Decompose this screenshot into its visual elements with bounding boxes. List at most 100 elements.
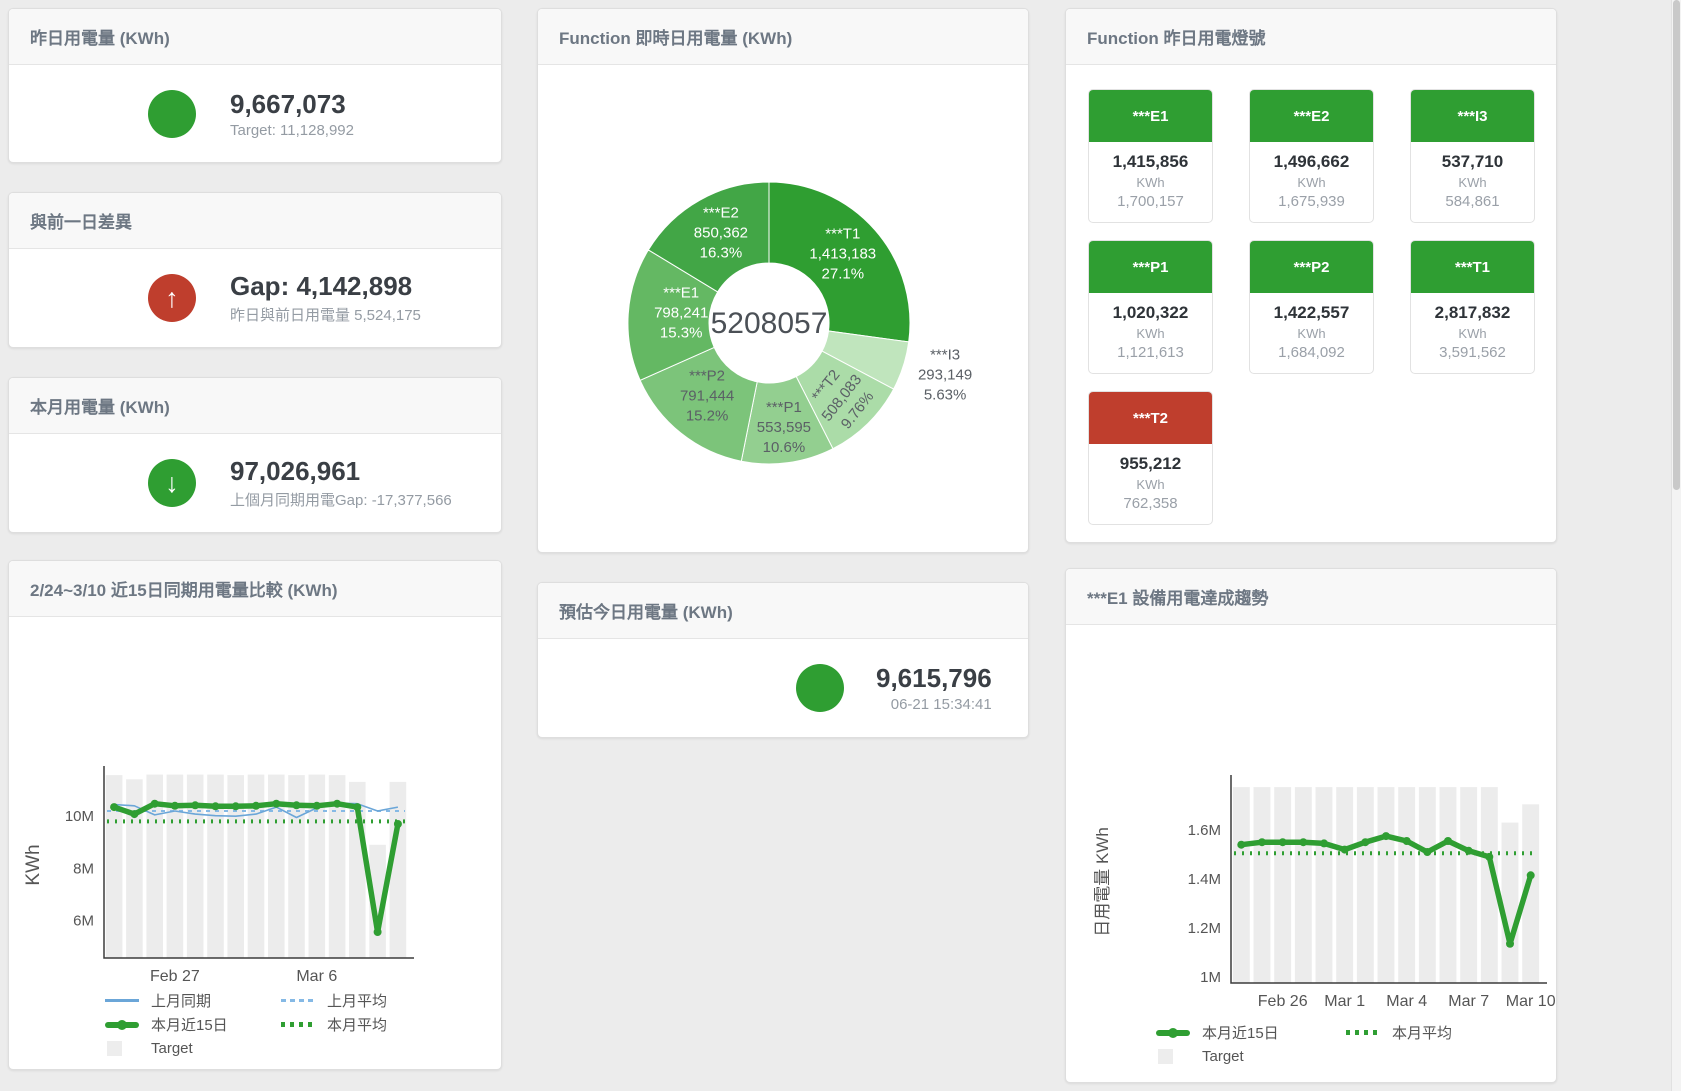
tile-target-value: 1,121,613 <box>1091 344 1210 361</box>
card-e1-trend: ***E1 設備用電達成趨勢 1M1.2M1.4M1.6MFeb 26Mar 1… <box>1065 568 1557 1083</box>
card-body: 1M1.2M1.4M1.6MFeb 26Mar 1Mar 4Mar 7Mar 1… <box>1066 625 1556 1083</box>
status-circle-green-icon <box>148 90 196 138</box>
comparison-chart-legend: 上月同期 上月平均本月近15日 本月平均 Target <box>105 991 449 1058</box>
legend-label: 本月平均 <box>327 1014 387 1035</box>
status-circle-green-icon <box>796 664 844 712</box>
today-estimate-value: 9,615,796 <box>876 663 992 694</box>
arrow-down-icon: ↓ <box>148 459 196 507</box>
card-yesterday-usage: 昨日用電量 (KWh) 9,667,073 Target: 11,128,992 <box>8 8 502 163</box>
signal-tile-P1[interactable]: ***P1 1,020,322 KWh 1,121,613 <box>1088 240 1213 374</box>
today-estimate-timestamp: 06-21 15:34:41 <box>876 696 992 713</box>
donut-chart: ***T11,413,18327.1%***I3293,1495.63%***T… <box>538 65 1029 553</box>
legend-item-dots[interactable]: 本月平均 <box>1346 1023 1506 1042</box>
tile-value: 1,020,322 <box>1091 303 1210 323</box>
card-yesterday-signals: Function 昨日用電燈號 ***E11,415,856KWh1,700,1… <box>1065 8 1557 543</box>
comparison-chart: 6M8M10MFeb 27Mar 6KWh <box>9 617 502 987</box>
arrow-up-icon: ↑ <box>148 274 196 322</box>
tile-label: ***T2 <box>1089 392 1212 444</box>
legend-label: 本月平均 <box>1392 1022 1452 1043</box>
legend-item-dash[interactable]: 上月平均 <box>281 991 449 1010</box>
card-body: ***T11,413,18327.1%***I3293,1495.63%***T… <box>538 65 1028 553</box>
month-usage-value: 97,026,961 <box>230 456 452 487</box>
card-body: ↓ 97,026,961 上個月同期用電Gap: -17,377,566 <box>9 434 501 532</box>
e1-trend-chart: 1M1.2M1.4M1.6MFeb 26Mar 1Mar 4Mar 7Mar 1… <box>1066 625 1557 1017</box>
card-function-realtime-usage: Function 即時日用電量 (KWh) ***T11,413,18327.1… <box>537 8 1029 553</box>
tile-label: ***P2 <box>1250 241 1373 293</box>
card-title: ***E1 設備用電達成趨勢 <box>1066 569 1556 625</box>
card-body: 9,615,796 06-21 15:34:41 <box>538 639 1028 737</box>
card-title: Function 昨日用電燈號 <box>1066 9 1556 65</box>
legend-label: 本月近15日 <box>151 1014 228 1035</box>
signal-tile-T1[interactable]: ***T12,817,832KWh3,591,562 <box>1410 240 1535 374</box>
signal-tile-P2[interactable]: ***P21,422,557KWh1,684,092 <box>1249 240 1374 374</box>
legend-item-box[interactable]: Target <box>1156 1047 1338 1066</box>
card-month-usage: 本月用電量 (KWh) ↓ 97,026,961 上個月同期用電Gap: -17… <box>8 377 502 533</box>
legend-item-thick[interactable]: 本月近15日 <box>105 1015 273 1034</box>
card-title: 2/24~3/10 近15日同期用電量比較 (KWh) <box>9 561 501 617</box>
card-title: 本月用電量 (KWh) <box>9 378 501 434</box>
card-body: ↑ Gap: 4,142,898 昨日與前日用電量 5,524,175 <box>9 249 501 347</box>
gap-value: Gap: 4,142,898 <box>230 271 421 302</box>
tile-unit: KWh <box>1413 326 1532 341</box>
dots-swatch-icon <box>281 1022 315 1027</box>
tile-unit: KWh <box>1091 326 1210 341</box>
legend-label: 本月近15日 <box>1202 1022 1279 1043</box>
tile-body: 1,422,557KWh1,684,092 <box>1250 293 1373 373</box>
thick-swatch-icon <box>105 1022 139 1028</box>
svg-text:5208057: 5208057 <box>711 307 828 340</box>
svg-text:1.6M: 1.6M <box>1188 822 1221 839</box>
tile-value: 537,710 <box>1413 152 1532 172</box>
tile-label: ***E1 <box>1089 90 1212 142</box>
svg-text:10M: 10M <box>65 808 94 825</box>
tile-unit: KWh <box>1091 175 1210 190</box>
svg-text:Mar 1: Mar 1 <box>1324 993 1365 1010</box>
legend-label: Target <box>151 1040 193 1057</box>
card-today-estimate: 預估今日用電量 (KWh) 9,615,796 06-21 15:34:41 <box>537 582 1029 738</box>
tile-target-value: 1,675,939 <box>1252 193 1371 210</box>
legend-item-dots[interactable]: 本月平均 <box>281 1015 449 1034</box>
signal-tile-T2[interactable]: ***T2955,212KWh762,358 <box>1088 391 1213 525</box>
signal-tile-E2[interactable]: ***E21,496,662KWh1,675,939 <box>1249 89 1374 223</box>
card-body: 6M8M10MFeb 27Mar 6KWh 上月同期上月平均本月近15日本月平均… <box>9 617 501 1070</box>
svg-text:Feb 27: Feb 27 <box>150 968 200 985</box>
legend-label: Target <box>1202 1048 1244 1065</box>
tile-value: 1,422,557 <box>1252 303 1371 323</box>
tile-unit: KWh <box>1252 326 1371 341</box>
card-15day-comparison: 2/24~3/10 近15日同期用電量比較 (KWh) 6M 8M 10M Feb 2… <box>8 560 502 1070</box>
signal-tile-E1[interactable]: ***E11,415,856KWh1,700,157 <box>1088 89 1213 223</box>
dashboard-page: 昨日用電量 (KWh) 9,667,073 Target: 11,128,992… <box>0 0 1681 1091</box>
tile-body: 2,817,832KWh3,591,562 <box>1411 293 1534 373</box>
svg-text:1M: 1M <box>1200 969 1221 986</box>
card-title: 與前一日差異 <box>9 193 501 249</box>
e1-trend-legend: 本月近15日 本月平均 Target <box>1156 1023 1506 1066</box>
svg-text:1.2M: 1.2M <box>1188 920 1221 937</box>
tile-body: 1,415,856KWh1,700,157 <box>1089 142 1212 222</box>
signal-tiles: ***E11,415,856KWh1,700,157***E21,496,662… <box>1066 65 1556 543</box>
tile-label: ***P1 <box>1089 241 1212 293</box>
legend-label: 上月同期 <box>151 990 211 1011</box>
card-body: ***E11,415,856KWh1,700,157***E21,496,662… <box>1066 65 1556 543</box>
box-swatch-icon <box>105 1041 139 1056</box>
svg-text:Mar 10: Mar 10 <box>1506 993 1556 1010</box>
line-swatch-icon <box>105 999 139 1002</box>
dots-swatch-icon <box>1346 1030 1380 1035</box>
scrollbar-thumb[interactable] <box>1673 0 1680 490</box>
legend-item-box[interactable]: Target <box>105 1039 273 1058</box>
yesterday-usage-target: Target: 11,128,992 <box>230 122 354 139</box>
svg-text:6M: 6M <box>73 912 94 929</box>
tile-label: ***I3 <box>1411 90 1534 142</box>
svg-text:8M: 8M <box>73 860 94 877</box>
tile-target-value: 3,591,562 <box>1413 344 1532 361</box>
tile-label: ***E2 <box>1250 90 1373 142</box>
svg-text:Mar 7: Mar 7 <box>1448 993 1489 1010</box>
tile-body: 537,710KWh584,861 <box>1411 142 1534 222</box>
page-scrollbar[interactable] <box>1671 0 1681 1091</box>
tile-value: 1,496,662 <box>1252 152 1371 172</box>
signal-tile-I3[interactable]: ***I3537,710KWh584,861 <box>1410 89 1535 223</box>
dash-swatch-icon <box>281 999 315 1002</box>
legend-item-line[interactable]: 上月同期 <box>105 991 273 1010</box>
legend-item-thick[interactable]: 本月近15日 <box>1156 1023 1338 1042</box>
tile-body: 955,212KWh762,358 <box>1089 444 1212 524</box>
yesterday-usage-value: 9,667,073 <box>230 89 354 120</box>
tile-value: 1,415,856 <box>1091 152 1210 172</box>
